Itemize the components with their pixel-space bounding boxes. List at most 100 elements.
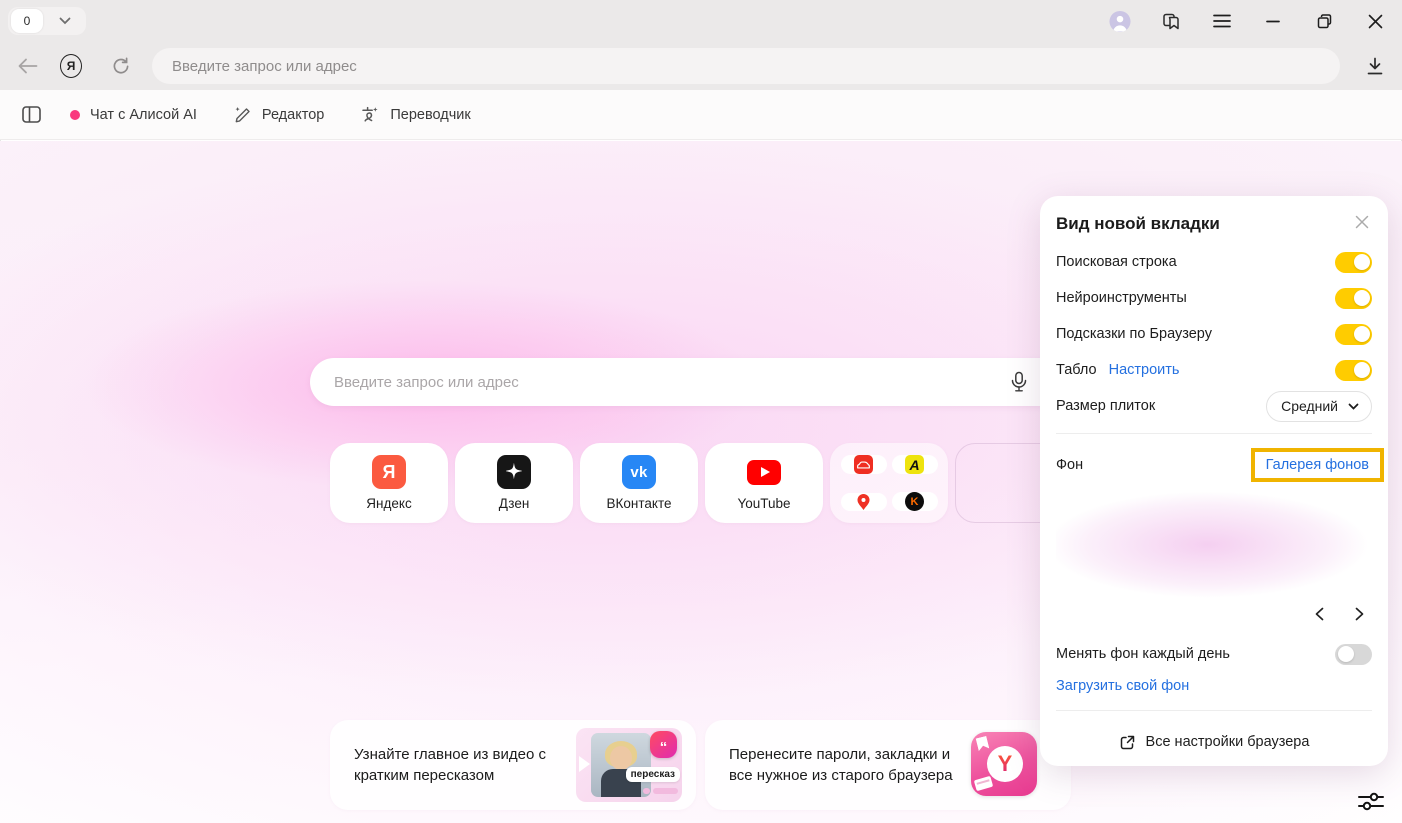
search-input[interactable] [310,358,1070,406]
external-link-icon [1119,734,1136,751]
quote-badge-icon: “ [650,731,677,758]
search-bar-toggle[interactable] [1335,252,1372,273]
microphone-icon[interactable] [1008,371,1030,393]
folder-item-drive[interactable] [841,455,887,474]
folder-item-avito[interactable]: A [892,455,938,474]
main-search [310,358,1070,406]
maximize-button[interactable] [1313,10,1335,32]
browser-tips-toggle[interactable] [1335,324,1372,345]
neuro-tools-toggle[interactable] [1335,288,1372,309]
page-settings-sliders-icon[interactable] [1356,787,1386,815]
daily-background-toggle[interactable] [1335,644,1372,665]
summary-badge: пересказ [626,767,680,782]
video-summary-thumbnail: “ пересказ [576,728,682,802]
new-tab-settings-panel: Вид новой вкладки Поисковая строка Нейро… [1040,196,1388,766]
tile-yandex[interactable]: Я Яндекс [330,443,448,523]
window-controls [1109,0,1386,42]
yandex-browser-logo: Y [998,751,1013,777]
toolbar-item-label: Редактор [262,107,324,123]
tile-dzen[interactable]: Дзен [455,443,573,523]
yandex-logo-button[interactable]: Я [60,55,82,77]
panel-title: Вид новой вкладки [1056,212,1220,234]
divider [1056,433,1372,434]
tab-widget[interactable]: 0 [8,7,86,35]
setting-row-background: Фон Галерея фонов [1056,443,1372,487]
tile-youtube[interactable]: YouTube [705,443,823,523]
folder-item-kinopoisk[interactable]: K [892,492,938,511]
background-preview[interactable] [1056,491,1372,603]
browser-window: 0 [0,0,1402,823]
setting-row-daily-background: Менять фон каждый день [1056,639,1372,669]
promo-text: Перенесите пароли, закладки и все нужное… [729,744,957,786]
tile-size-select[interactable]: Средний [1266,391,1372,422]
video-frame [591,733,651,797]
background-gallery-link[interactable]: Галерея фонов [1266,457,1369,473]
tile-label: Яндекс [366,496,411,511]
promo-import-data[interactable]: Перенесите пароли, закладки и все нужное… [705,720,1071,810]
toolbar-item-label: Чат с Алисой AI [90,107,197,123]
tile-label: Дзен [499,496,530,511]
all-browser-settings-link[interactable]: Все настройки браузера [1056,720,1372,764]
setting-label: Поисковая строка [1056,254,1177,270]
next-background-icon[interactable] [1350,605,1368,623]
background-carousel-controls [1056,603,1372,625]
dzen-icon [497,455,531,489]
tablo-configure-link[interactable]: Настроить [1109,362,1180,378]
footer-link-label: Все настройки браузера [1146,734,1310,750]
toolbar-item-translator[interactable]: Переводчик [360,105,470,124]
upload-background-link[interactable]: Загрузить свой фон [1056,678,1372,694]
setting-label: Табло [1056,362,1097,378]
back-icon[interactable] [17,55,39,77]
tile-size-value: Средний [1281,398,1338,414]
yandex-logo-glyph: Я [60,54,82,78]
downloads-icon[interactable] [1364,55,1386,77]
minimize-button[interactable] [1262,10,1284,32]
alice-icon [70,110,80,120]
tablo-toggle[interactable] [1335,360,1372,381]
setting-row-browser-tips: Подсказки по Браузеру [1056,316,1372,352]
toolbar-item-editor[interactable]: Редактор [233,105,324,124]
address-bar: Я [0,42,1402,90]
vk-icon: vk [622,455,656,489]
divider [1056,710,1372,711]
folder-item-maps[interactable] [841,493,887,511]
reload-icon[interactable] [110,55,132,77]
promo-video-summary[interactable]: Узнайте главное из видео с кратким перес… [330,720,696,810]
panel-close-icon[interactable] [1352,212,1372,232]
sidebar-toggle-icon[interactable] [20,104,42,126]
toolbar-item-label: Переводчик [390,107,470,123]
toolbar: Чат с Алисой AI Редактор Переводчик [0,90,1402,140]
tile-vkontakte[interactable]: vk ВКонтакте [580,443,698,523]
gallery-highlight-box: Галерея фонов [1251,448,1384,482]
setting-label: Фон [1056,457,1083,473]
tab-list-chevron-icon[interactable] [43,17,86,25]
setting-row-search-bar: Поисковая строка [1056,244,1372,280]
skeleton-line [643,788,650,794]
tab-bar: 0 [0,0,1402,42]
toolbar-item-alice-chat[interactable]: Чат с Алисой AI [70,107,197,123]
editor-pencil-icon [233,105,252,124]
play-icon [579,756,590,772]
avito-icon: A [905,455,924,474]
translator-icon [360,105,380,124]
profile-avatar[interactable] [1109,10,1131,32]
kinopoisk-icon: K [905,492,924,511]
menu-button[interactable] [1211,10,1233,32]
tab-counter[interactable]: 0 [11,9,43,33]
setting-label: Менять фон каждый день [1056,646,1230,662]
map-pin-icon [856,493,871,511]
promo-text: Узнайте главное из видео с кратким перес… [354,744,564,786]
chevron-down-icon [1348,403,1359,410]
setting-row-neuro-tools: Нейроинструменты [1056,280,1372,316]
bookmark-icon [976,736,990,751]
close-button[interactable] [1364,10,1386,32]
tile-label: ВКонтакте [607,496,672,511]
side-panels-icon[interactable] [1160,10,1182,32]
address-input[interactable] [152,48,1340,84]
tile-folder[interactable]: A K [830,443,948,523]
yandex-icon: Я [372,455,406,489]
skeleton-line [653,788,678,794]
setting-label: Подсказки по Браузеру [1056,326,1212,342]
previous-background-icon[interactable] [1310,605,1328,623]
browser-logo-tile: Y [971,732,1037,796]
